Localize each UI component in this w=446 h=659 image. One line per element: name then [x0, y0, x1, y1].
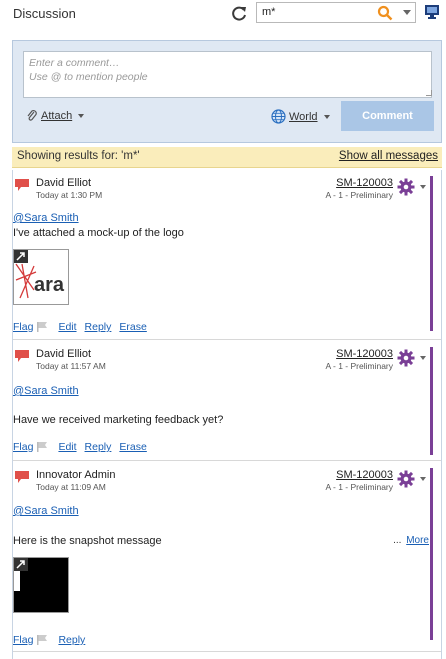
mention-link[interactable]: @Sara Smith	[13, 212, 79, 224]
flag-link[interactable]: Flag	[13, 634, 33, 646]
search-dropdown-icon[interactable]	[403, 10, 411, 15]
gear-dropdown-icon[interactable]	[420, 185, 426, 189]
attach-label: Attach	[41, 109, 73, 122]
message-author: Innovator Admin	[36, 469, 116, 481]
message-item: David Elliot Today at 11:57 AM SM-120003…	[13, 341, 441, 461]
message-accent-bar	[430, 347, 433, 455]
reply-link[interactable]: Reply	[85, 441, 112, 453]
gear-icon[interactable]	[397, 470, 415, 488]
comment-button[interactable]: Comment	[341, 101, 434, 131]
reply-link[interactable]: Reply	[85, 321, 112, 333]
resize-grip[interactable]	[426, 90, 432, 96]
comment-bubble-icon	[15, 350, 29, 362]
item-state: A - 1 - Preliminary	[325, 190, 393, 200]
item-link[interactable]: SM-120003	[336, 469, 393, 481]
comment-composer: Enter a comment… Use @ to mention people…	[12, 40, 442, 143]
attachment-thumbnail[interactable]	[13, 557, 69, 613]
logo-thumbnail-image: ara	[14, 250, 65, 299]
attachment-thumbnail[interactable]: ara	[13, 249, 69, 305]
visibility-select[interactable]: World	[271, 109, 330, 124]
more-link[interactable]: More	[406, 535, 429, 546]
show-all-messages-link[interactable]: Show all messages	[339, 150, 438, 162]
message-time: Today at 1:30 PM	[36, 190, 103, 200]
message-accent-bar	[430, 176, 433, 331]
search-input[interactable]: m*	[256, 2, 416, 23]
message-actions: Flag Reply	[13, 634, 93, 646]
message-actions: Flag Edit Reply Erase	[13, 321, 155, 333]
comment-bubble-icon	[15, 179, 29, 191]
item-link[interactable]: SM-120003	[336, 348, 393, 360]
gear-dropdown-icon[interactable]	[420, 477, 426, 481]
flag-link[interactable]: Flag	[13, 441, 33, 453]
visibility-dropdown-icon	[323, 114, 330, 119]
gear-dropdown-icon[interactable]	[420, 356, 426, 360]
item-state: A - 1 - Preliminary	[325, 482, 393, 492]
message-author: David Elliot	[36, 348, 92, 360]
item-link[interactable]: SM-120003	[336, 177, 393, 189]
panel-title: Discussion	[13, 6, 76, 21]
paperclip-icon	[27, 110, 37, 121]
thumb-text: ara	[34, 274, 65, 296]
attach-dropdown-icon	[78, 113, 85, 118]
flag-icon[interactable]	[37, 442, 48, 452]
mention-link[interactable]: @Sara Smith	[13, 505, 79, 517]
comment-input[interactable]: Enter a comment… Use @ to mention people	[23, 51, 432, 98]
snapshot-thumbnail-image	[14, 558, 68, 612]
message-body: I've attached a mock-up of the logo	[13, 227, 184, 239]
flag-icon[interactable]	[37, 322, 48, 332]
search-results-bar: Showing results for: 'm*' Show all messa…	[12, 147, 442, 168]
message-time: Today at 11:57 AM	[36, 361, 106, 371]
more-dots: ...	[393, 535, 402, 546]
item-state: A - 1 - Preliminary	[325, 361, 393, 371]
search-value: m*	[262, 6, 276, 18]
message-author: David Elliot	[36, 177, 92, 189]
gear-icon[interactable]	[397, 349, 415, 367]
gear-icon[interactable]	[397, 178, 415, 196]
message-item: Innovator Admin Today at 11:09 AM SM-120…	[13, 462, 441, 652]
edit-link[interactable]: Edit	[58, 441, 76, 453]
globe-icon	[271, 109, 286, 124]
monitor-icon[interactable]	[424, 4, 440, 20]
attach-button[interactable]: Attach	[26, 109, 85, 122]
message-actions: Flag Edit Reply Erase	[13, 441, 155, 453]
erase-link[interactable]: Erase	[119, 321, 146, 333]
message-body: Have we received marketing feedback yet?	[13, 414, 224, 426]
search-icon[interactable]	[377, 5, 393, 21]
message-time: Today at 11:09 AM	[36, 482, 106, 492]
refresh-icon[interactable]	[230, 4, 248, 22]
edit-link[interactable]: Edit	[58, 321, 76, 333]
mention-link[interactable]: @Sara Smith	[13, 385, 79, 397]
reply-link[interactable]: Reply	[58, 634, 85, 646]
erase-link[interactable]: Erase	[119, 441, 146, 453]
message-item: David Elliot Today at 1:30 PM SM-120003 …	[13, 170, 441, 340]
visibility-label: World	[289, 110, 318, 123]
header: Discussion m*	[0, 0, 446, 36]
flag-link[interactable]: Flag	[13, 321, 33, 333]
message-list: David Elliot Today at 1:30 PM SM-120003 …	[12, 170, 442, 659]
results-text: Showing results for: 'm*'	[17, 150, 140, 162]
message-accent-bar	[430, 468, 433, 640]
comment-bubble-icon	[15, 471, 29, 483]
message-body: Here is the snapshot message	[13, 535, 162, 547]
more-toggle[interactable]: ... More	[393, 535, 429, 546]
flag-icon[interactable]	[37, 635, 48, 645]
